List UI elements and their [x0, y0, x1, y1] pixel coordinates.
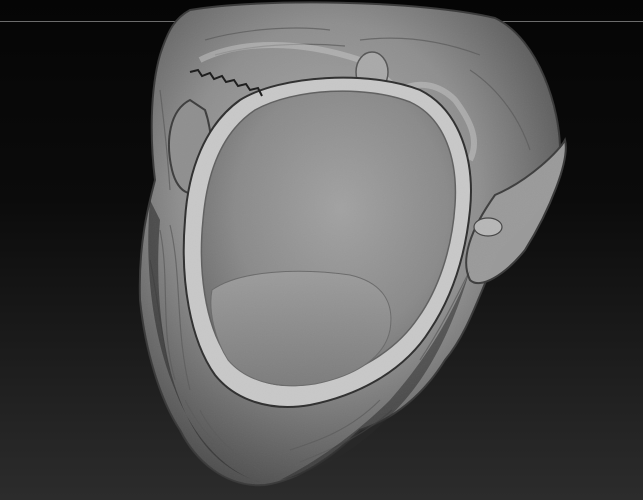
- surface-grain: [139, 2, 563, 486]
- sculpt-app-window: [0, 0, 643, 500]
- viewport-canvas[interactable]: [0, 0, 643, 500]
- sculpted-head-mesh-icon[interactable]: [0, 0, 643, 500]
